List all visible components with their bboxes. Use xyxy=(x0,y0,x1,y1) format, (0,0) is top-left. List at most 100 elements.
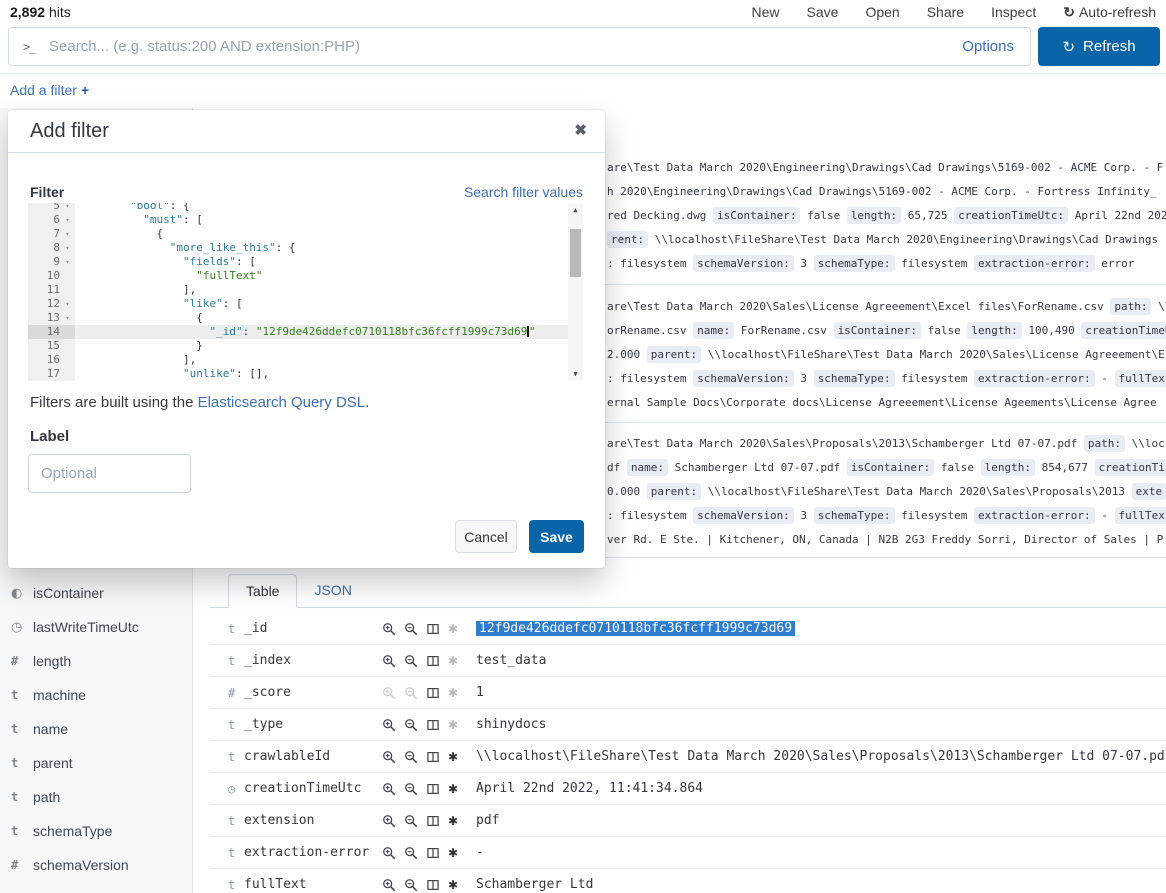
refresh-button[interactable]: ↻ Refresh xyxy=(1038,27,1160,66)
menu-auto-refresh[interactable]: ↻Auto-refresh xyxy=(1063,4,1156,21)
fold-toggle-icon[interactable]: ▾ xyxy=(60,203,75,213)
field-name: machine xyxy=(33,687,86,703)
fold-toggle-icon[interactable]: ▾ xyxy=(60,311,75,325)
doc-text: 854,677 xyxy=(1035,461,1095,474)
filter-for-value-icon[interactable] xyxy=(382,814,396,828)
search-input[interactable] xyxy=(49,29,929,64)
menu-save[interactable]: Save xyxy=(807,4,839,21)
filter-field-present-icon: ✱ xyxy=(448,686,458,700)
filter-for-value-icon[interactable] xyxy=(382,782,396,796)
field-badge: isContainer: xyxy=(834,322,921,339)
filter-for-value-icon[interactable] xyxy=(382,846,396,860)
document-row-line: 0.000 parent: \\localhost\FileShare\Test… xyxy=(607,480,1166,504)
filter-field-present-icon[interactable]: ✱ xyxy=(448,782,458,796)
sidebar-field-machine[interactable]: tmachine xyxy=(0,678,192,712)
editor-code: "like": [ xyxy=(75,297,243,311)
toggle-column-icon[interactable] xyxy=(426,750,440,764)
doc-text: Schamberger Ltd 07-07.pdf xyxy=(668,461,847,474)
query-dsl-editor[interactable]: 5▾ "bool": {6▾ "must": [7▾ {8▾ "more_lik… xyxy=(28,203,583,381)
menu-open[interactable]: Open xyxy=(865,4,899,21)
sidebar-field-lastWriteTimeUtc[interactable]: ◷lastWriteTimeUtc xyxy=(0,610,192,644)
filter-for-value-icon[interactable] xyxy=(382,878,396,892)
menu-new[interactable]: New xyxy=(752,4,780,21)
add-filter-link[interactable]: Add a filter+ xyxy=(10,82,89,98)
sidebar-field-length[interactable]: #length xyxy=(0,644,192,678)
field-badge: schemaVersion: xyxy=(693,255,794,272)
fold-toggle-icon[interactable]: ▾ xyxy=(60,227,75,241)
filter-for-value-icon[interactable] xyxy=(382,654,396,668)
fold-toggle-icon[interactable]: ▾ xyxy=(60,255,75,269)
hits-count: 2,892 hits xyxy=(10,4,71,20)
row-actions: ✱ xyxy=(382,814,468,828)
editor-code: { xyxy=(75,227,163,241)
sidebar-field-schemaVersion[interactable]: #schemaVersion xyxy=(0,848,192,882)
filter-for-value-icon[interactable] xyxy=(382,718,396,732)
toggle-column-icon[interactable] xyxy=(426,814,440,828)
filter-out-value-icon[interactable] xyxy=(404,622,418,636)
filter-for-value-icon[interactable] xyxy=(382,622,396,636)
doc-text: : filesystem xyxy=(607,509,693,522)
doc-text: \\loc xyxy=(1125,437,1165,450)
menu-inspect[interactable]: Inspect xyxy=(991,4,1036,21)
hits-label: hits xyxy=(49,4,71,20)
filter-out-value-icon[interactable] xyxy=(404,846,418,860)
sidebar-field-path[interactable]: tpath xyxy=(0,780,192,814)
table-row-_score: #_score✱1 xyxy=(210,677,1166,709)
filter-field-present-icon[interactable]: ✱ xyxy=(448,878,458,892)
filter-label-input[interactable] xyxy=(28,454,191,493)
filter-out-value-icon[interactable] xyxy=(404,878,418,892)
scroll-down-icon[interactable]: ▼ xyxy=(568,370,583,378)
toggle-column-icon[interactable] xyxy=(426,622,440,636)
string-type-icon: t xyxy=(11,756,33,770)
filter-for-value-icon[interactable] xyxy=(382,750,396,764)
close-icon[interactable]: ✖ xyxy=(574,121,587,139)
sidebar-field-parent[interactable]: tparent xyxy=(0,746,192,780)
field-name: name xyxy=(33,721,68,737)
filter-out-value-icon[interactable] xyxy=(404,654,418,668)
query-options-button[interactable]: Options xyxy=(962,38,1014,55)
toggle-column-icon[interactable] xyxy=(426,654,440,668)
filter-out-value-icon[interactable] xyxy=(404,782,418,796)
save-button[interactable]: Save xyxy=(529,520,584,553)
sidebar-field-schemaType[interactable]: tschemaType xyxy=(0,814,192,848)
editor-line-16: 16 ], xyxy=(28,353,583,367)
number-type-icon: # xyxy=(11,858,33,872)
doc-text: \\localhost\FileShare\Test Data March 20… xyxy=(701,348,1165,361)
field-name: creationTimeUtc xyxy=(244,781,382,796)
tab-json[interactable]: JSON xyxy=(297,574,368,608)
boolean-type-icon: ◐ xyxy=(11,586,33,601)
filter-out-value-icon[interactable] xyxy=(404,750,418,764)
toggle-column-icon[interactable] xyxy=(426,878,440,892)
scroll-up-icon[interactable]: ▲ xyxy=(568,206,583,214)
editor-gutter: 8▾ xyxy=(28,241,75,255)
doc-text: - xyxy=(1095,509,1115,522)
doc-text: error xyxy=(1095,257,1135,270)
toggle-column-icon[interactable] xyxy=(426,846,440,860)
scrollbar-thumb[interactable] xyxy=(570,229,581,277)
filter-field-present-icon[interactable]: ✱ xyxy=(448,750,458,764)
doc-text: \\lo xyxy=(1151,300,1166,313)
search-filter-values-link[interactable]: Search filter values xyxy=(464,184,583,200)
toggle-column-icon[interactable] xyxy=(426,686,440,700)
sidebar-field-name[interactable]: tname xyxy=(0,712,192,746)
cancel-button[interactable]: Cancel xyxy=(455,520,517,553)
filter-out-value-icon[interactable] xyxy=(404,718,418,732)
tab-table[interactable]: Table xyxy=(228,574,297,608)
filter-field-present-icon[interactable]: ✱ xyxy=(448,814,458,828)
field-badge: schemaType: xyxy=(814,255,895,272)
filter-field-present-icon[interactable]: ✱ xyxy=(448,846,458,860)
sidebar-field-isContainer[interactable]: ◐isContainer xyxy=(0,576,192,610)
fold-toggle-icon[interactable]: ▾ xyxy=(60,297,75,311)
fold-toggle-icon[interactable]: ▾ xyxy=(60,241,75,255)
editor-code: "more_like_this": { xyxy=(75,241,296,255)
editor-scrollbar[interactable]: ▲ ▼ xyxy=(568,203,583,381)
field-badge: creationTi xyxy=(1095,459,1166,476)
toggle-column-icon[interactable] xyxy=(426,718,440,732)
fold-toggle-icon[interactable]: ▾ xyxy=(60,213,75,227)
elasticsearch-dsl-link[interactable]: Elasticsearch Query DSL xyxy=(198,394,366,411)
filter-out-value-icon[interactable] xyxy=(404,814,418,828)
menu-share[interactable]: Share xyxy=(927,4,964,21)
toggle-column-icon[interactable] xyxy=(426,782,440,796)
json-punct: : [ xyxy=(236,255,256,268)
field-name: _index xyxy=(244,653,382,668)
